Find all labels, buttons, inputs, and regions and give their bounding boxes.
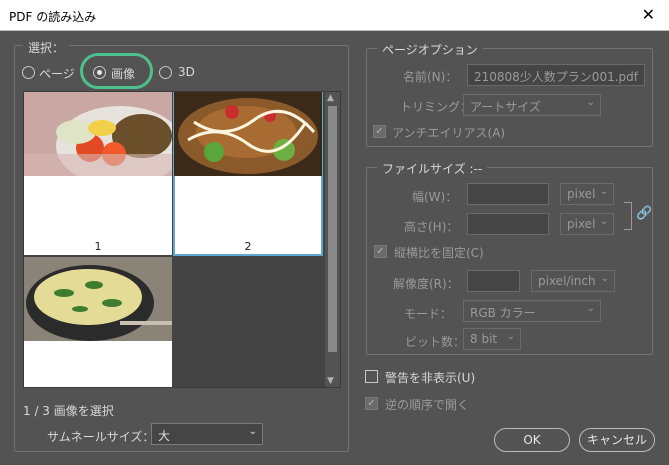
scroll-up-icon[interactable]: ▲ — [327, 93, 334, 103]
chevron-down-icon: ⌄ — [586, 303, 595, 314]
close-icon[interactable]: ✕ — [642, 5, 655, 25]
title-bar: PDF の読み込み ✕ — [0, 0, 669, 31]
reverse-order-checkbox[interactable]: ✓ — [365, 397, 378, 410]
scroll-thumb[interactable] — [328, 106, 337, 352]
crop-select[interactable]: アートサイズ ⌄ — [463, 94, 601, 116]
thumbnail-grid[interactable]: 1 2 ▲ ▼ — [23, 91, 341, 388]
thumbnail-2[interactable]: 2 — [173, 92, 323, 256]
resolution-unit-select[interactable]: pixel/inch ⌄ — [531, 270, 615, 292]
thumbnail-2-image — [174, 92, 322, 176]
radio-3d[interactable] — [159, 66, 172, 79]
thumbnail-3[interactable] — [24, 257, 172, 387]
resolution-unit-value: pixel/inch — [538, 274, 596, 288]
thumbnail-size-value: 大 — [158, 429, 171, 443]
height-field[interactable] — [467, 213, 549, 235]
pdf-import-dialog: PDF の読み込み ✕ 選択： ページ 画像 3D 1 2 ▲ ▼ 1 / 3 … — [0, 0, 669, 465]
chevron-down-icon: ⌄ — [586, 97, 595, 108]
resolution-label: 解像度(R)： — [393, 277, 459, 291]
suppress-warnings-label[interactable]: 警告を非表示(U) — [385, 369, 475, 386]
image-option-highlight — [80, 53, 153, 89]
radio-3d-label[interactable]: 3D — [178, 65, 195, 79]
constrain-checkbox[interactable]: ✓ — [374, 245, 387, 258]
thumbnail-1[interactable]: 1 — [24, 92, 172, 255]
mode-label: モード： — [404, 307, 453, 321]
chevron-down-icon: ⌄ — [506, 331, 515, 342]
chevron-down-icon: ⌄ — [248, 426, 257, 437]
chevron-down-icon: ⌄ — [599, 186, 608, 197]
cancel-button[interactable]: キャンセル — [579, 428, 655, 452]
width-field[interactable] — [467, 183, 549, 205]
crop-label: トリミング： — [400, 100, 473, 114]
page-options-legend: ページオプション — [377, 41, 483, 58]
link-icon: 🔗 — [636, 206, 653, 221]
height-unit-value: pixel — [567, 217, 596, 231]
radio-page[interactable] — [22, 66, 35, 79]
thumbnail-2-number: 2 — [244, 240, 252, 253]
reverse-order-label[interactable]: 逆の順序で開く — [385, 396, 469, 413]
width-unit-select[interactable]: pixel ⌄ — [560, 183, 614, 205]
thumbnail-3-image — [24, 257, 172, 341]
ok-button[interactable]: OK — [494, 428, 570, 452]
crop-value: アートサイズ — [470, 100, 541, 114]
bit-depth-label: ビット数： — [405, 335, 466, 349]
selection-count: 1 / 3 画像を選択 — [23, 404, 114, 418]
height-label: 高さ(H)： — [404, 220, 459, 234]
resolution-field[interactable] — [467, 270, 520, 292]
mode-value: RGB カラー — [470, 306, 536, 320]
constrain-label[interactable]: 縦横比を固定(C) — [394, 244, 484, 261]
thumbnail-size-select[interactable]: 大 ⌄ — [151, 423, 263, 445]
thumbnail-size-label: サムネールサイズ： — [47, 430, 155, 444]
name-label: 名前(N)： — [403, 70, 458, 84]
width-label: 幅(W)： — [412, 190, 458, 204]
height-unit-select[interactable]: pixel ⌄ — [560, 213, 614, 235]
bit-depth-value: 8 bit — [470, 332, 498, 346]
name-field[interactable]: 210808少人数プラン001.pdf — [467, 64, 645, 86]
mode-select[interactable]: RGB カラー ⌄ — [463, 300, 601, 322]
chevron-down-icon: ⌄ — [599, 216, 608, 227]
image-size-legend: ファイルサイズ :-- — [377, 160, 488, 177]
window-title: PDF の読み込み — [9, 10, 97, 24]
thumbnail-1-number: 1 — [94, 240, 102, 253]
constrain-bracket — [624, 202, 632, 230]
antialias-checkbox[interactable]: ✓ — [373, 125, 386, 138]
antialias-label[interactable]: アンチエイリアス(A) — [392, 124, 505, 141]
radio-page-label[interactable]: ページ — [39, 65, 75, 82]
thumbnail-scrollbar[interactable]: ▲ ▼ — [325, 92, 340, 387]
suppress-warnings-checkbox[interactable] — [365, 370, 378, 383]
width-unit-value: pixel — [567, 187, 596, 201]
select-group-legend: 選択： — [23, 39, 70, 56]
bit-depth-select[interactable]: 8 bit ⌄ — [463, 328, 521, 350]
scroll-down-icon[interactable]: ▼ — [327, 376, 334, 386]
chevron-down-icon: ⌄ — [600, 273, 609, 284]
thumbnail-1-image — [24, 92, 172, 176]
